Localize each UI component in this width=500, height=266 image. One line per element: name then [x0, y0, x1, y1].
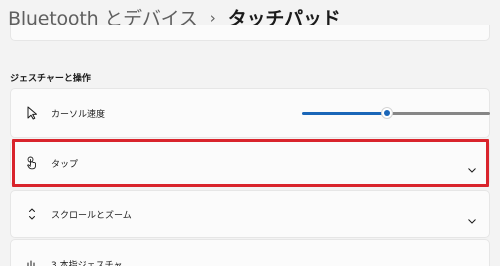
scroll-zoom-row[interactable]: スクロールとズーム [10, 190, 490, 238]
tap-row[interactable]: タップ [10, 140, 490, 186]
cursor-speed-row: カーソル速度 [10, 88, 490, 138]
three-finger-gestures-row[interactable]: 3 本指ジェスチャ [10, 239, 490, 266]
cursor-arrow-icon [25, 106, 39, 120]
section-title-gestures: ジェスチャーと操作 [10, 74, 91, 84]
chevron-down-icon[interactable] [467, 210, 477, 229]
cursor-speed-label: カーソル速度 [51, 109, 106, 120]
scroll-arrows-icon [25, 207, 39, 221]
three-finger-icon [25, 259, 39, 266]
breadcrumb-separator-icon: › [209, 8, 216, 27]
slider-thumb[interactable] [381, 107, 393, 119]
slider-track-empty [391, 112, 490, 115]
tap-label: タップ [51, 159, 79, 170]
cursor-speed-slider[interactable] [302, 107, 490, 119]
three-finger-label: 3 本指ジェスチャ [51, 261, 123, 266]
previous-settings-card [10, 25, 490, 41]
scroll-zoom-label: スクロールとズーム [51, 210, 132, 221]
tap-hand-icon [25, 156, 39, 170]
chevron-down-icon[interactable] [467, 159, 477, 178]
slider-track-filled [302, 112, 383, 115]
